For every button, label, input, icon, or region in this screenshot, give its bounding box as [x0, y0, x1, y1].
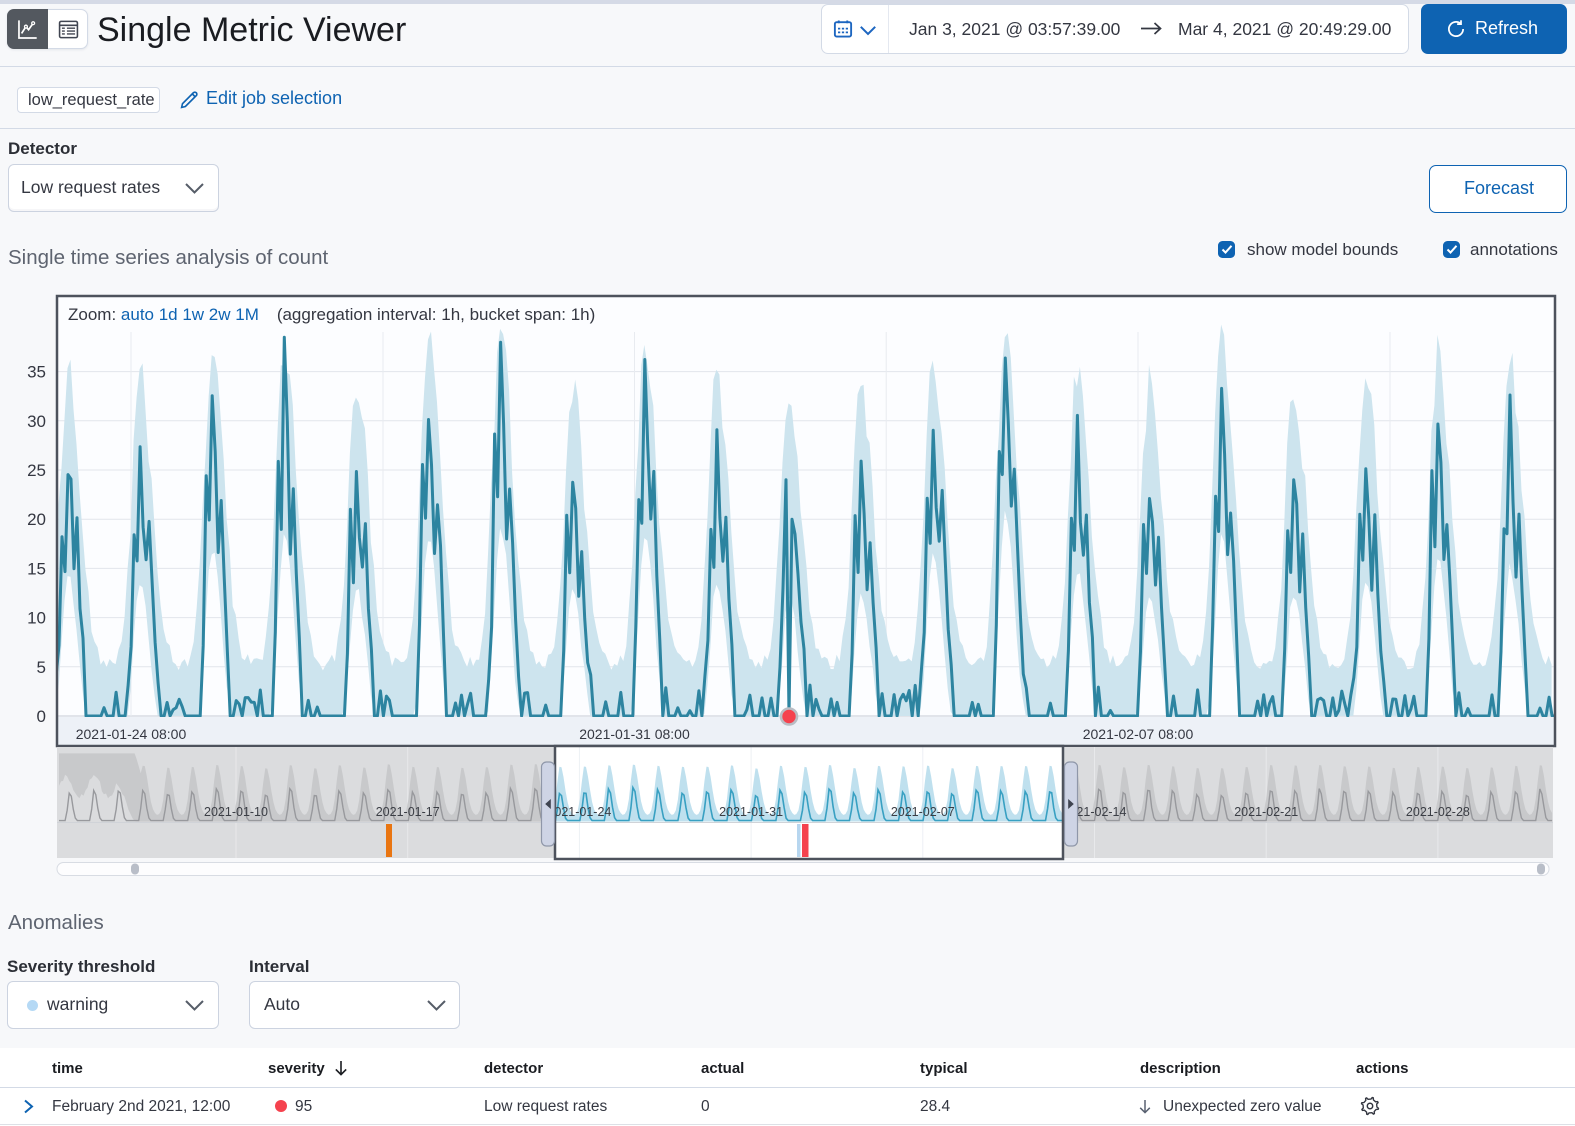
svg-text:2021-01-31: 2021-01-31 [719, 805, 783, 819]
svg-text:Zoom: auto 1d 1w 2w 1M (aggr: Zoom: auto 1d 1w 2w 1M (aggregation inte… [68, 305, 595, 324]
svg-text:2021-01-24: 2021-01-24 [547, 805, 611, 819]
svg-text:2021-02-07 08:00: 2021-02-07 08:00 [1083, 726, 1194, 742]
svg-text:30: 30 [27, 412, 46, 431]
svg-text:2021-02-21: 2021-02-21 [1234, 805, 1298, 819]
svg-text:15: 15 [27, 559, 46, 578]
svg-text:2021-01-31 08:00: 2021-01-31 08:00 [579, 726, 690, 742]
svg-text:0: 0 [37, 707, 46, 726]
svg-text:2021-01-10: 2021-01-10 [204, 805, 268, 819]
svg-text:2021-01-17: 2021-01-17 [376, 805, 440, 819]
svg-text:2021-02-07: 2021-02-07 [891, 805, 955, 819]
svg-text:5: 5 [37, 658, 46, 677]
svg-text:10: 10 [27, 609, 46, 628]
svg-text:2021-02-28: 2021-02-28 [1406, 805, 1470, 819]
svg-text:35: 35 [27, 363, 46, 382]
svg-text:2021-01-24 08:00: 2021-01-24 08:00 [76, 726, 187, 742]
svg-text:25: 25 [27, 461, 46, 480]
svg-text:20: 20 [27, 510, 46, 529]
